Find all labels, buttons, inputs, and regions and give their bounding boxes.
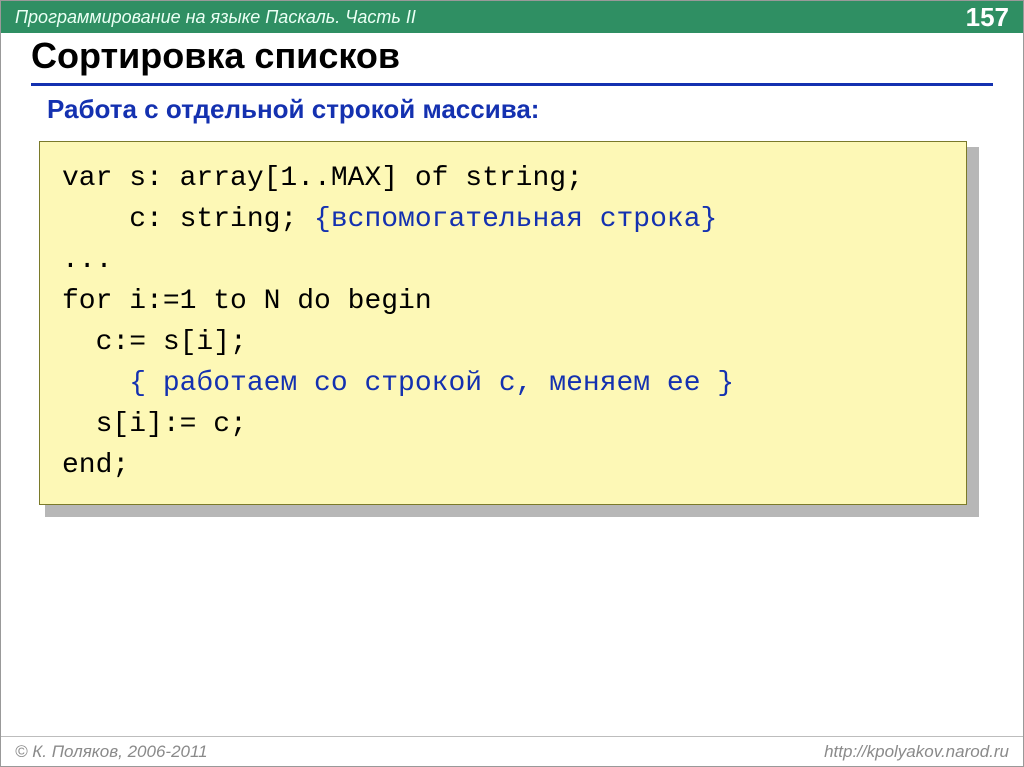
code-block-shadow: var s: array[1..MAX] of string; c: strin… <box>45 147 979 517</box>
copyright: © К. Поляков, 2006-2011 <box>15 742 208 762</box>
footer-bar: © К. Поляков, 2006-2011 http://kpolyakov… <box>1 736 1023 766</box>
code-line-7: s[i]:= c; <box>62 409 247 440</box>
code-line-4: for i:=1 to N do begin <box>62 286 432 317</box>
code-line-3: ... <box>62 245 112 276</box>
code-block: var s: array[1..MAX] of string; c: strin… <box>39 141 967 505</box>
code-comment-1: {вспомогательная строка} <box>314 204 717 235</box>
subtitle: Работа с отдельной строкой массива: <box>31 94 993 125</box>
code-line-2a: c: string; <box>62 204 314 235</box>
page-number: 157 <box>966 2 1009 33</box>
code-line-5: c:= s[i]; <box>62 327 247 358</box>
code-line-8: end; <box>62 450 129 481</box>
title-area: Сортировка списков Работа с отдельной ст… <box>31 35 993 125</box>
code-block-wrap: var s: array[1..MAX] of string; c: strin… <box>45 147 979 517</box>
title-rule <box>31 83 993 86</box>
footer-url: http://kpolyakov.narod.ru <box>824 742 1009 762</box>
code-line-1: var s: array[1..MAX] of string; <box>62 163 583 194</box>
header-bar: Программирование на языке Паскаль. Часть… <box>1 1 1023 33</box>
page-title: Сортировка списков <box>31 35 993 81</box>
slide: Программирование на языке Паскаль. Часть… <box>0 0 1024 767</box>
course-title: Программирование на языке Паскаль. Часть… <box>15 7 416 28</box>
code-comment-2: { работаем со строкой c, меняем ее } <box>62 368 734 399</box>
